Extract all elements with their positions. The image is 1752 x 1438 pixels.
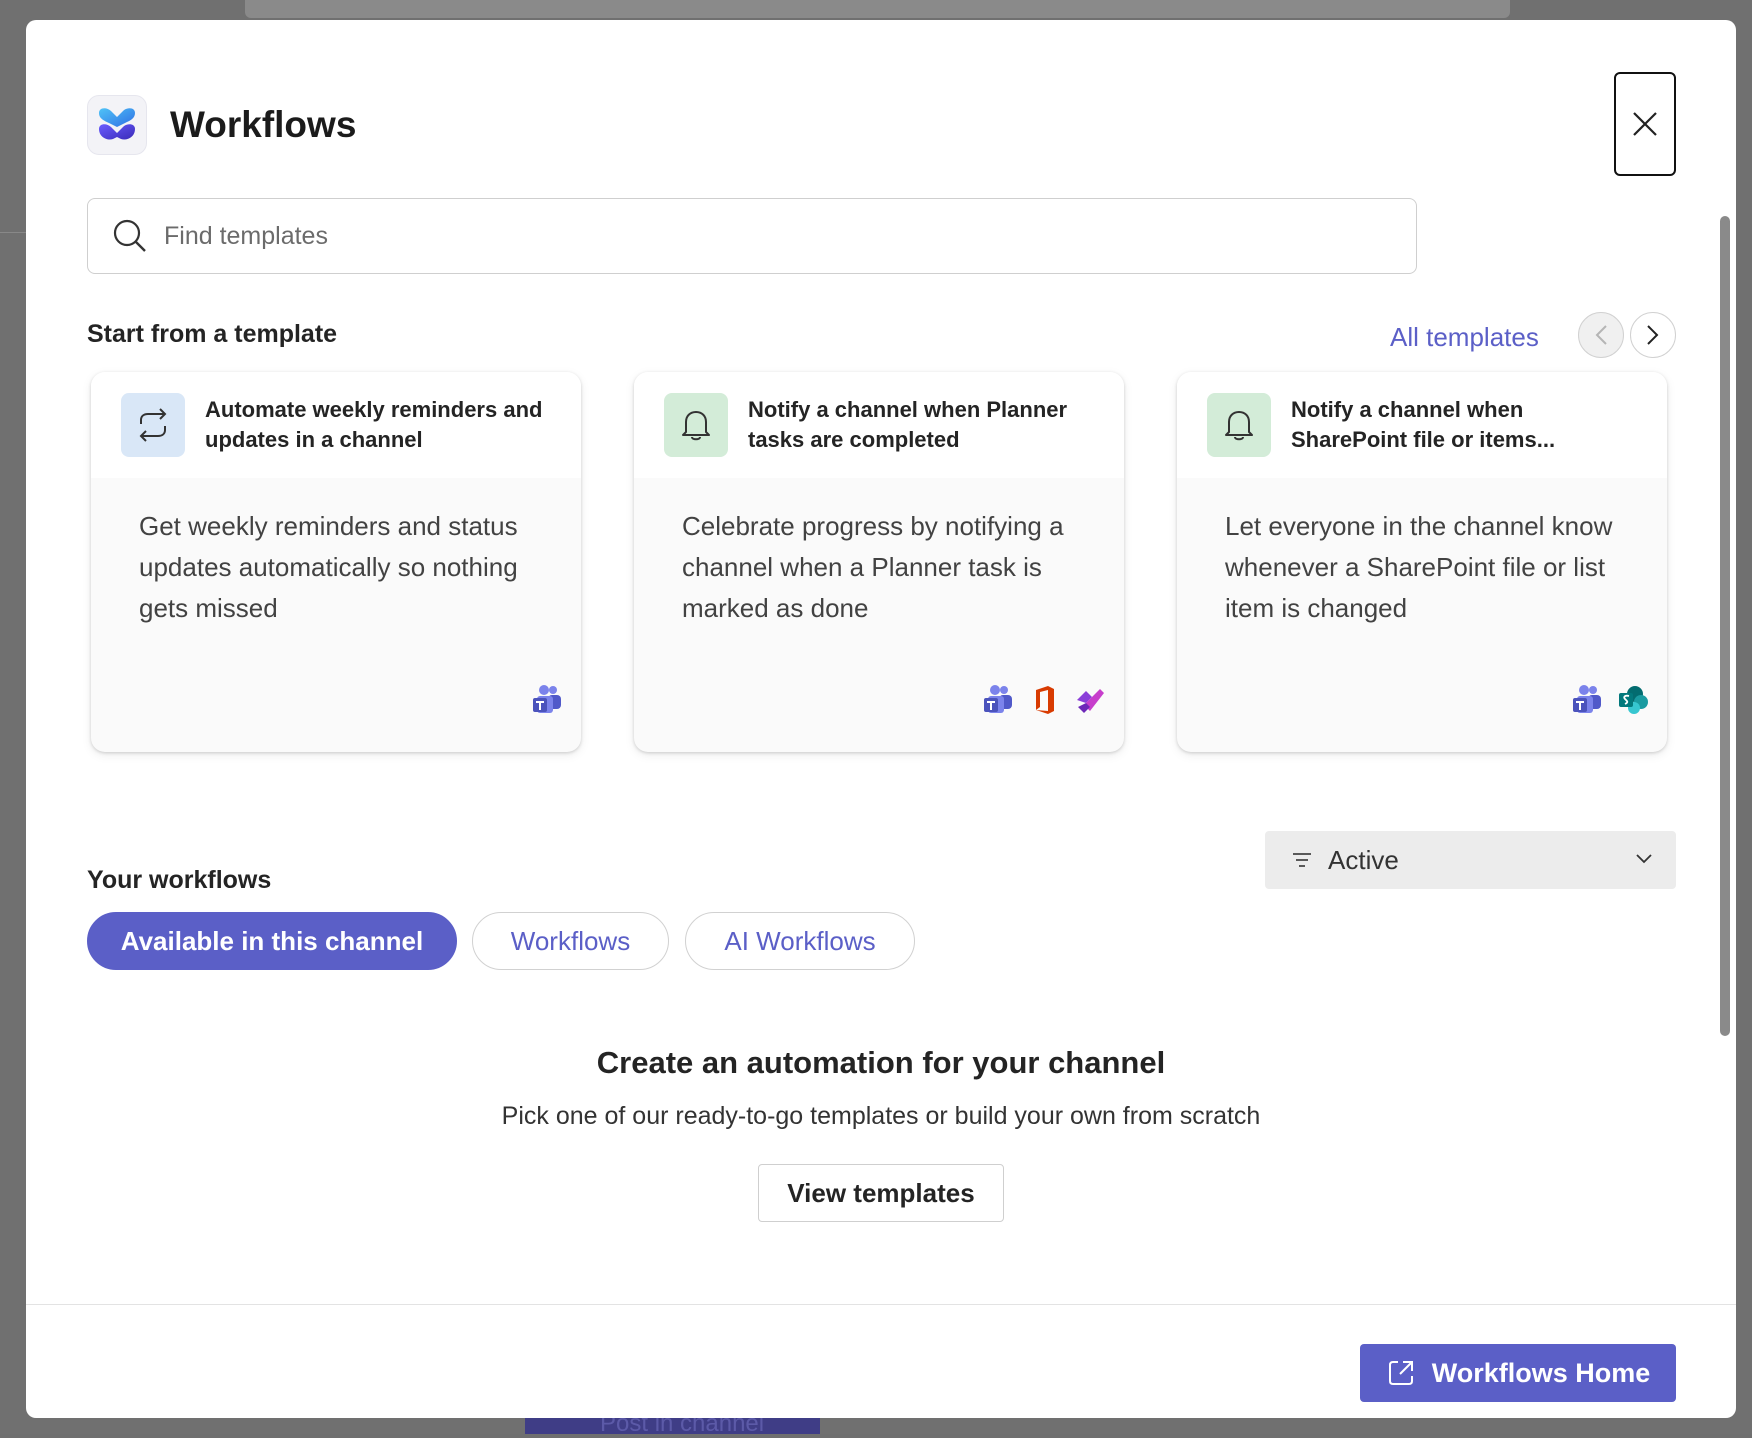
tab-workflows[interactable]: Workflows	[472, 912, 669, 970]
status-filter-dropdown[interactable]: Active	[1265, 831, 1676, 889]
dialog-header: Workflows	[87, 94, 356, 156]
template-card-3[interactable]: Notify a channel when SharePoint file or…	[1177, 372, 1667, 752]
search-input[interactable]	[164, 221, 1364, 251]
empty-state-subtitle: Pick one of our ready-to-go templates or…	[501, 1102, 1261, 1130]
card-title: Notify a channel when Planner tasks are …	[748, 397, 1068, 452]
planner-icon	[1077, 689, 1104, 713]
dialog-scrollbar[interactable]	[1718, 216, 1732, 1036]
chevron-right-icon	[1647, 325, 1659, 345]
bell-icon	[1207, 393, 1271, 457]
card-header: Automate weekly reminders and updates in…	[91, 372, 581, 478]
sharepoint-icon	[1619, 686, 1648, 714]
template-card-1[interactable]: Automate weekly reminders and updates in…	[91, 372, 581, 752]
teams-icon	[533, 685, 561, 713]
workflows-home-button[interactable]: Workflows Home	[1360, 1344, 1676, 1402]
card-header: Notify a channel when Planner tasks are …	[634, 372, 1124, 478]
filter-icon	[1293, 853, 1311, 867]
card-apps	[1571, 684, 1649, 716]
workflows-logo-icon	[87, 95, 147, 155]
status-filter-value: Active	[1328, 844, 1399, 875]
close-icon	[1633, 112, 1657, 136]
bell-icon	[664, 393, 728, 457]
card-description: Let everyone in the channel know wheneve…	[1225, 511, 1613, 623]
workflows-home-label: Workflows Home	[1431, 1357, 1651, 1388]
template-card-2[interactable]: Notify a channel when Planner tasks are …	[634, 372, 1124, 752]
tab-available-in-channel[interactable]: Available in this channel	[87, 912, 457, 970]
background-search-bar	[245, 0, 1510, 18]
empty-state-title: Create an automation for your channel	[596, 1045, 1166, 1080]
workflows-dialog: Workflows Start from a template All temp…	[26, 20, 1736, 1418]
view-templates-button[interactable]: View templates	[758, 1164, 1004, 1222]
repeat-icon	[121, 393, 185, 457]
open-external-icon	[1388, 1361, 1413, 1385]
close-button[interactable]	[1614, 72, 1676, 176]
templates-prev-button[interactable]	[1578, 312, 1624, 358]
chevron-left-icon	[1595, 325, 1607, 345]
tab-ai-workflows[interactable]: AI Workflows	[685, 912, 915, 970]
chevron-down-icon	[1636, 854, 1652, 864]
office-icon	[1036, 686, 1054, 714]
teams-icon	[984, 685, 1012, 713]
templates-section-title: Start from a template	[87, 320, 338, 348]
teams-icon	[1573, 685, 1601, 713]
scrollbar-thumb[interactable]	[1720, 216, 1730, 1036]
card-title: Notify a channel when SharePoint file or…	[1291, 397, 1556, 452]
search-box[interactable]	[87, 198, 1417, 274]
background-divider	[0, 232, 28, 233]
card-apps	[531, 684, 563, 716]
search-icon	[113, 219, 146, 252]
card-description: Get weekly reminders and status updates …	[139, 511, 518, 623]
dialog-title: Workflows	[170, 104, 357, 145]
your-workflows-title: Your workflows	[87, 866, 272, 894]
footer-divider	[26, 1304, 1736, 1305]
card-header: Notify a channel when SharePoint file or…	[1177, 372, 1667, 478]
card-description: Celebrate progress by notifying a channe…	[682, 511, 1064, 623]
card-apps	[982, 684, 1106, 716]
card-title: Automate weekly reminders and updates in…	[205, 397, 543, 452]
all-templates-link[interactable]: All templates	[1390, 322, 1539, 353]
templates-next-button[interactable]	[1630, 312, 1676, 358]
